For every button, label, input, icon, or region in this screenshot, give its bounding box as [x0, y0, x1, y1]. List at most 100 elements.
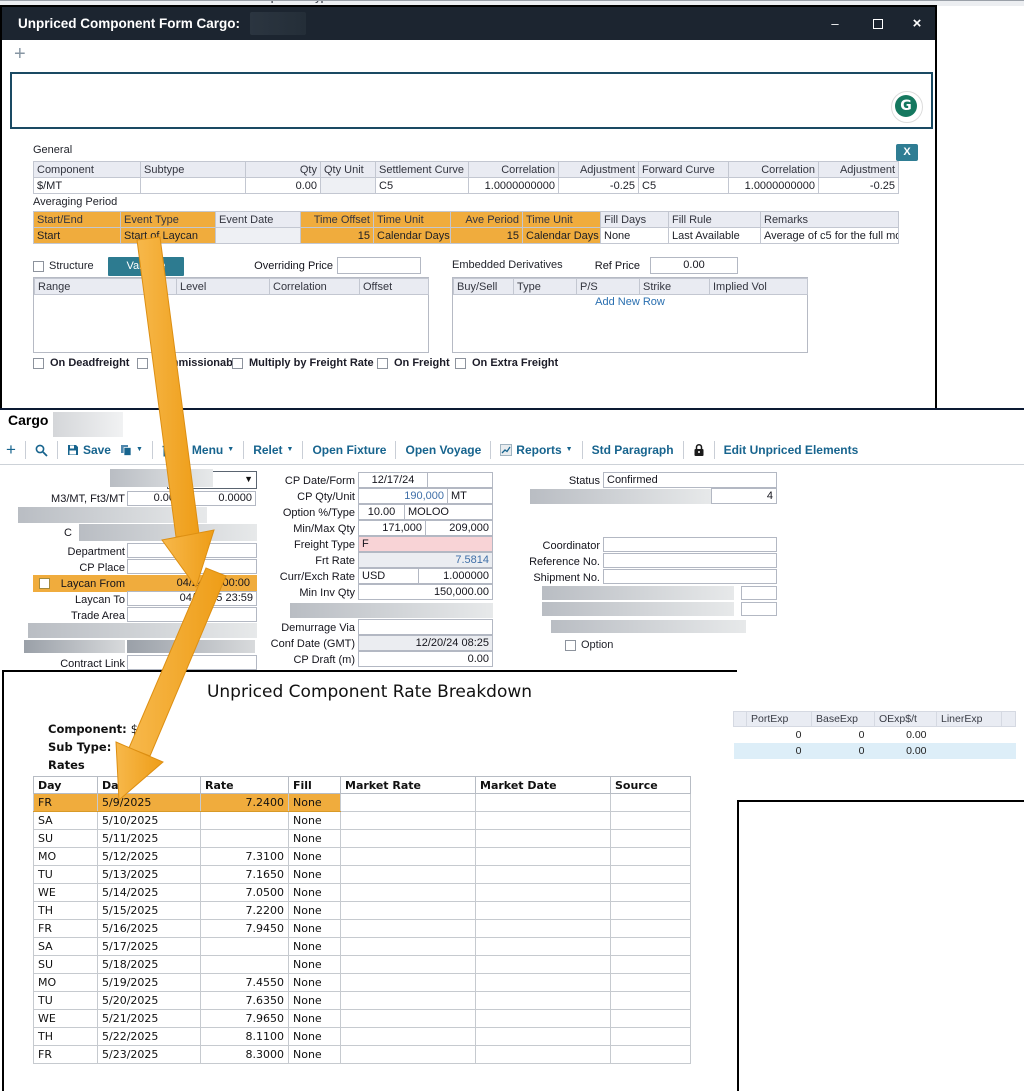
general-table: Component Subtype Qty Qty Unit Settlement Cu…	[33, 161, 899, 194]
on-extra-freight-checkbox[interactable]	[455, 358, 466, 369]
cell	[340, 991, 476, 1010]
cp-qty-unit-input[interactable]: MT	[447, 488, 493, 504]
cell: None	[288, 1027, 341, 1046]
delete-button[interactable]	[162, 443, 173, 457]
table-row[interactable]: FR 5/9/2025 7.2400 None	[33, 793, 691, 812]
add-component-button[interactable]: +	[14, 44, 26, 64]
on-deadfreight-checkbox[interactable]	[33, 358, 44, 369]
cell: Calendar Days	[522, 227, 601, 244]
laycan-from-value[interactable]: 04/24/25 00:00	[127, 577, 253, 592]
on-freight-checkbox[interactable]	[377, 358, 388, 369]
close-button[interactable]: ×	[904, 7, 930, 40]
column-header: Adjustment	[558, 161, 639, 178]
cell	[475, 883, 611, 902]
table-row[interactable]: TH 5/22/2025 8.1100 None	[33, 1027, 691, 1046]
edit-unpriced-elements-button[interactable]: Edit Unpriced Elements	[724, 443, 859, 457]
max-qty-input[interactable]: 209,000	[425, 520, 493, 536]
background-vessel-text: OXHILL IRON	[4, 1, 68, 4]
ref-price-input[interactable]: 0.00	[650, 257, 738, 274]
save-button[interactable]: Save	[67, 443, 111, 457]
laycan-to-input[interactable]: 04/25/25 23:59	[127, 591, 257, 606]
cp-place-input[interactable]	[127, 559, 257, 574]
table-row[interactable]: WE 5/14/2025 7.0500 None	[33, 883, 691, 902]
table-row[interactable]: FR 5/23/2025 8.3000 None	[33, 1045, 691, 1064]
ft3-input[interactable]: 0.0000	[180, 491, 256, 506]
cell: FR	[33, 793, 98, 812]
cell	[610, 1045, 691, 1064]
structure-checkbox[interactable]	[33, 261, 44, 272]
cell	[475, 955, 611, 974]
add-new-row-link[interactable]: Add New Row	[453, 296, 807, 308]
cell	[610, 865, 691, 884]
column-header: Settlement Curve	[375, 161, 469, 178]
exch-rate-input[interactable]: 1.000000	[418, 568, 493, 584]
option-pct-input[interactable]: 10.00	[358, 504, 405, 520]
table-row[interactable]: SA 5/10/2025 None	[33, 811, 691, 830]
open-voyage-button[interactable]: Open Voyage	[405, 443, 481, 457]
comment-textarea[interactable]: G	[10, 72, 933, 129]
multiply-by-freight-rate-checkbox[interactable]	[232, 358, 243, 369]
search-button[interactable]	[35, 444, 48, 457]
column-header: Subtype	[140, 161, 246, 178]
table-row[interactable]: TU 5/20/2025 7.6350 None	[33, 991, 691, 1010]
contract-link-input[interactable]	[127, 655, 257, 670]
table-row[interactable]: SA 5/17/2025 None	[33, 937, 691, 956]
table-row[interactable]: SU 5/18/2025 None	[33, 955, 691, 974]
table-row[interactable]: FR 5/16/2025 7.9450 None	[33, 919, 691, 938]
commissionable-checkbox[interactable]	[137, 358, 148, 369]
reference-no-input[interactable]	[603, 553, 777, 568]
column-header: Start/End	[33, 211, 121, 228]
table-row[interactable]: MO 5/12/2025 7.3100 None	[33, 847, 691, 866]
std-paragraph-button[interactable]: Std Paragraph	[592, 443, 674, 457]
grammarly-button[interactable]: G	[891, 91, 923, 123]
cp-form-input[interactable]	[427, 472, 493, 488]
table-row[interactable]: Start Start of Laycan 15 Calendar Days 15 Cal…	[33, 227, 899, 244]
relet-button[interactable]: Relet ▼	[253, 443, 293, 457]
maximize-button[interactable]	[864, 7, 890, 40]
table-row[interactable]: 0 0 0.00	[733, 742, 1016, 759]
table-row[interactable]: $/MT 0.00 C5 1.0000000000 -0.25 C5 1.000000000…	[33, 177, 899, 194]
department-input[interactable]	[127, 543, 257, 558]
validate-button[interactable]: Validate	[108, 257, 184, 276]
min-inv-qty-input[interactable]: 150,000.00	[358, 584, 493, 600]
cp-date-input[interactable]: 12/17/24	[358, 472, 428, 488]
reports-button[interactable]: Reports ▼	[500, 443, 573, 457]
cp-place-label: CP Place	[79, 562, 125, 574]
copy-button[interactable]: ▼	[120, 444, 143, 456]
freight-type-input[interactable]: F	[358, 536, 493, 552]
minimize-button[interactable]: –	[822, 7, 848, 40]
partial-label: C	[64, 527, 72, 539]
cell: 0.00	[874, 742, 937, 759]
table-row[interactable]: MO 5/19/2025 7.4550 None	[33, 973, 691, 992]
menu-button[interactable]: Menu ▼	[192, 443, 234, 457]
open-fixture-label: Open Fixture	[312, 443, 387, 457]
toolbar-divider	[56, 441, 58, 459]
option-checkbox[interactable]	[565, 640, 576, 651]
option-type-input[interactable]: MOLOO	[404, 504, 493, 520]
lock-button[interactable]	[693, 443, 705, 457]
shipment-no-input[interactable]	[603, 569, 777, 584]
table-row[interactable]: TU 5/13/2025 7.1650 None	[33, 865, 691, 884]
cell: 1.0000000000	[728, 177, 819, 194]
component-value: $/MT	[130, 722, 159, 736]
overriding-price-input[interactable]	[337, 257, 421, 274]
m3-input[interactable]: 0.00	[127, 491, 179, 506]
table-row[interactable]: 0 0 0.00	[734, 727, 1016, 743]
cp-qty-input[interactable]: 190,000	[358, 488, 448, 504]
open-fixture-button[interactable]: Open Fixture	[312, 443, 386, 457]
min-qty-input[interactable]: 171,000	[358, 520, 426, 536]
status-field[interactable]: Confirmed	[603, 472, 777, 488]
cell: 5/9/2025	[97, 793, 201, 812]
table-row[interactable]: TH 5/15/2025 7.2200 None	[33, 901, 691, 920]
table-row[interactable]: WE 5/21/2025 7.9650 None	[33, 1009, 691, 1028]
table-row[interactable]: SU 5/11/2025 None	[33, 829, 691, 848]
close-section-button[interactable]: X	[896, 144, 918, 161]
coordinator-input[interactable]	[603, 537, 777, 552]
new-button[interactable]: +	[6, 440, 16, 460]
trade-area-input[interactable]	[127, 607, 257, 622]
save-label: Save	[82, 443, 111, 457]
cp-draft-input[interactable]: 0.00	[358, 651, 493, 667]
demurrage-via-input[interactable]	[358, 619, 493, 635]
currency-input[interactable]: USD	[358, 568, 419, 584]
range-table-container: Range Level Correlation Offset	[33, 277, 429, 353]
